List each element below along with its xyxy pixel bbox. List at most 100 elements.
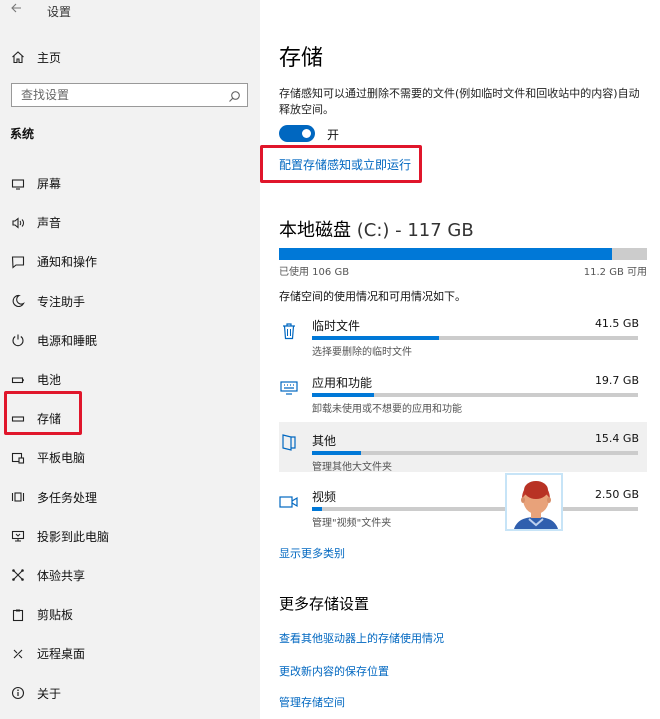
section-label: 系统 bbox=[10, 127, 35, 141]
home-icon bbox=[10, 49, 26, 65]
category-bar bbox=[312, 451, 638, 455]
disk-usage-bar bbox=[279, 248, 647, 260]
window-title: 设置 bbox=[47, 5, 72, 19]
multitask-icon bbox=[10, 489, 26, 505]
category-apps-features[interactable]: 应用和功能 19.7 GB 卸载未使用或不想要的应用和功能 bbox=[279, 372, 647, 424]
sidebar-item-battery[interactable]: 电池 bbox=[0, 360, 260, 399]
clipboard-icon bbox=[10, 607, 26, 623]
remote-desktop-icon bbox=[10, 646, 26, 662]
category-name: 应用和功能 bbox=[312, 376, 373, 390]
sidebar-nav: 屏幕 声音 通知和操作 专注助手 电源和睡眠 电池 存储 平板电脑 多任务处理 … bbox=[0, 164, 260, 713]
power-icon bbox=[10, 332, 26, 348]
category-bar bbox=[312, 393, 638, 397]
change-save-location-link[interactable]: 更改新内容的保存位置 bbox=[279, 663, 389, 679]
avatar bbox=[505, 473, 563, 531]
sidebar-item-label: 主页 bbox=[37, 50, 62, 65]
category-bar-fill bbox=[312, 336, 440, 340]
sidebar-item-label: 剪贴板 bbox=[37, 608, 74, 623]
sidebar-item-storage[interactable]: 存储 bbox=[0, 399, 260, 438]
sidebar-item-label: 关于 bbox=[37, 686, 62, 701]
title-bar: 设置 bbox=[0, 0, 260, 24]
info-icon bbox=[10, 685, 26, 701]
sidebar-item-label: 屏幕 bbox=[37, 177, 62, 192]
other-drives-usage-link[interactable]: 查看其他驱动器上的存储使用情况 bbox=[279, 630, 444, 646]
storage-sense-description: 存储感知可以通过删除不需要的文件(例如临时文件和回收站中的内容)自动释放空间。 bbox=[279, 87, 640, 116]
sidebar: 设置 主页 系统 屏幕 声音 通知和操作 专注助手 bbox=[0, 0, 260, 719]
tablet-icon bbox=[10, 450, 26, 466]
page-title: 存储 bbox=[279, 46, 324, 71]
manage-storage-spaces-link[interactable]: 管理存储空间 bbox=[279, 694, 345, 710]
category-name: 临时文件 bbox=[312, 319, 361, 333]
configure-storage-sense-link[interactable]: 配置存储感知或立即运行 bbox=[279, 156, 411, 173]
category-size: 19.7 GB bbox=[594, 374, 639, 387]
monitor-icon bbox=[10, 176, 26, 192]
used-space-label: 已使用 106 GB bbox=[279, 267, 350, 278]
search-icon[interactable] bbox=[228, 88, 241, 107]
disk-title: 本地磁盘 (C:) - 117 GB bbox=[279, 216, 474, 242]
category-subtitle: 选择要删除的临时文件 bbox=[312, 347, 412, 358]
folder-icon bbox=[279, 432, 299, 452]
video-icon bbox=[279, 492, 299, 512]
category-name: 视频 bbox=[312, 490, 337, 504]
sidebar-item-label: 体验共享 bbox=[37, 568, 86, 583]
sidebar-item-label: 存储 bbox=[37, 412, 62, 427]
sidebar-item-project[interactable]: 投影到此电脑 bbox=[0, 517, 260, 556]
sidebar-item-label: 多任务处理 bbox=[37, 490, 98, 505]
toggle-knob bbox=[302, 129, 311, 138]
sidebar-item-tablet[interactable]: 平板电脑 bbox=[0, 438, 260, 477]
category-other[interactable]: 其他 15.4 GB 管理其他大文件夹 bbox=[279, 422, 647, 473]
share-icon bbox=[10, 567, 26, 583]
speaker-icon bbox=[10, 215, 26, 231]
usage-description: 存储空间的使用情况和可用情况如下。 bbox=[279, 290, 466, 303]
toggle-state-label: 开 bbox=[327, 128, 340, 142]
category-size: 2.50 GB bbox=[594, 488, 639, 501]
disk-name: 本地磁盘 bbox=[279, 220, 351, 241]
sidebar-item-label: 远程桌面 bbox=[37, 647, 86, 662]
back-arrow-icon[interactable] bbox=[10, 2, 22, 18]
category-bar bbox=[312, 507, 638, 511]
search-input[interactable] bbox=[21, 88, 221, 102]
sidebar-item-notifications[interactable]: 通知和操作 bbox=[0, 242, 260, 281]
sidebar-item-label: 专注助手 bbox=[37, 294, 86, 309]
sidebar-item-home[interactable]: 主页 bbox=[0, 44, 260, 70]
sidebar-item-label: 投影到此电脑 bbox=[37, 529, 110, 544]
project-icon bbox=[10, 528, 26, 544]
free-space-label: 11.2 GB 可用 bbox=[583, 267, 647, 278]
category-size: 41.5 GB bbox=[594, 317, 639, 330]
sidebar-item-multitasking[interactable]: 多任务处理 bbox=[0, 478, 260, 517]
sidebar-item-power[interactable]: 电源和睡眠 bbox=[0, 321, 260, 360]
sidebar-item-clipboard[interactable]: 剪贴板 bbox=[0, 595, 260, 634]
storage-icon bbox=[10, 411, 26, 427]
sidebar-item-focus-assist[interactable]: 专注助手 bbox=[0, 282, 260, 321]
battery-icon bbox=[10, 372, 26, 388]
disk-usage-fill bbox=[279, 248, 613, 260]
sidebar-item-remote-desktop[interactable]: 远程桌面 bbox=[0, 634, 260, 673]
sidebar-item-label: 平板电脑 bbox=[37, 451, 86, 466]
search-box[interactable] bbox=[11, 83, 248, 107]
sidebar-item-shared-experiences[interactable]: 体验共享 bbox=[0, 556, 260, 595]
keyboard-icon bbox=[279, 378, 299, 398]
sidebar-item-label: 声音 bbox=[37, 216, 62, 231]
sidebar-item-label: 电池 bbox=[37, 373, 62, 388]
category-videos[interactable]: 视频 2.50 GB 管理"视频"文件夹 bbox=[279, 486, 647, 538]
sidebar-item-about[interactable]: 关于 bbox=[0, 673, 260, 712]
notification-icon bbox=[10, 254, 26, 270]
show-more-categories-link[interactable]: 显示更多类别 bbox=[279, 545, 345, 561]
category-subtitle: 卸载未使用或不想要的应用和功能 bbox=[312, 404, 462, 415]
category-name: 其他 bbox=[312, 434, 337, 448]
sidebar-item-label: 电源和睡眠 bbox=[37, 333, 98, 348]
moon-icon bbox=[10, 293, 26, 309]
category-subtitle: 管理"视频"文件夹 bbox=[312, 518, 392, 529]
sidebar-item-sound[interactable]: 声音 bbox=[0, 203, 260, 242]
category-bar-fill bbox=[312, 451, 361, 455]
sidebar-item-label: 通知和操作 bbox=[37, 255, 98, 270]
more-storage-settings-title: 更多存储设置 bbox=[279, 595, 370, 613]
main-content: 存储 存储感知可以通过删除不需要的文件(例如临时文件和回收站中的内容)自动释放空… bbox=[260, 0, 660, 719]
category-temp-files[interactable]: 临时文件 41.5 GB 选择要删除的临时文件 bbox=[279, 315, 647, 367]
sidebar-item-display[interactable]: 屏幕 bbox=[0, 164, 260, 203]
disk-drive-info: (C:) - 117 GB bbox=[356, 220, 474, 241]
storage-sense-toggle[interactable] bbox=[279, 125, 315, 142]
trash-icon bbox=[279, 321, 299, 341]
category-bar bbox=[312, 336, 638, 340]
category-size: 15.4 GB bbox=[594, 432, 639, 445]
